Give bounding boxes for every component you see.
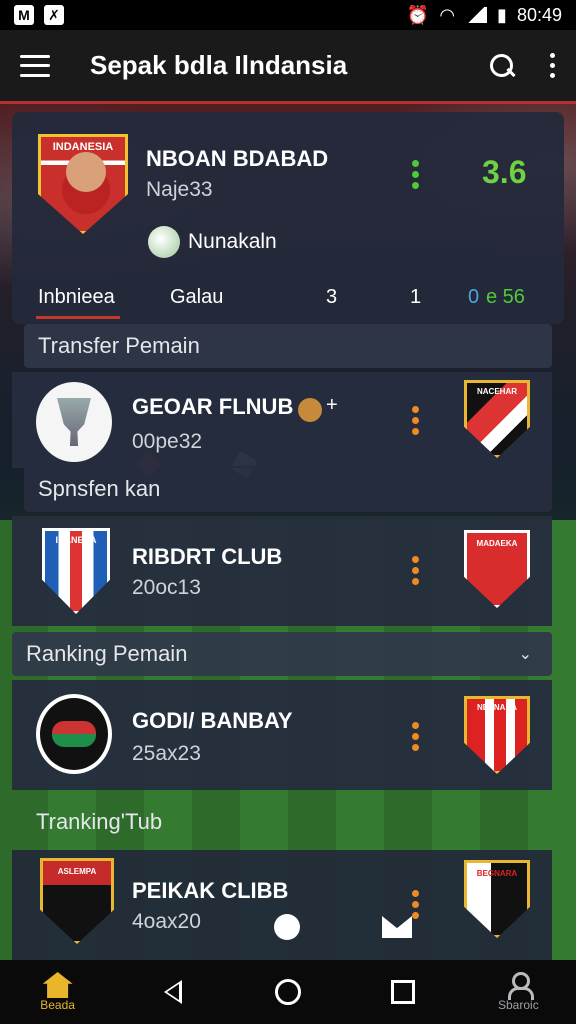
stat-value-3: 0	[468, 286, 480, 308]
club-badge-icon: IDANERA	[42, 528, 110, 614]
more-dots-icon[interactable]	[412, 556, 419, 585]
list-item[interactable]: GEOAR FLNUB + 00pe32 NACEHAR	[12, 372, 552, 468]
player-avatar	[66, 152, 106, 192]
player-icon[interactable]	[274, 914, 300, 940]
tab-indonesia[interactable]: Inbnieea	[38, 286, 115, 309]
stat-value-4: e 56	[486, 286, 525, 308]
home-button[interactable]	[248, 979, 328, 1005]
plus-icon[interactable]: +	[326, 394, 338, 417]
team-name: NBOAN BDABAD	[146, 146, 329, 171]
search-icon[interactable]	[488, 52, 516, 80]
menu-icon[interactable]	[20, 54, 50, 77]
app-title: Sepak bdla Ilndansia	[90, 50, 348, 80]
notification-icon: ✗	[44, 5, 64, 25]
club-badge-icon: NEANARA	[464, 696, 530, 774]
app-bar: Sepak bdla Ilndansia	[0, 30, 576, 104]
wifi-icon: ◠	[439, 4, 456, 25]
circle-icon	[274, 979, 301, 1005]
team-subtitle: Naje33	[146, 178, 213, 201]
bottom-nav: Beada Sbaroic	[0, 960, 576, 1024]
tab-home[interactable]: Beada	[18, 972, 98, 1012]
section-tranking[interactable]: Tranking'Tub	[22, 800, 550, 844]
venue-label: Nunakaln	[188, 230, 277, 253]
section-sponsor[interactable]: Spnsfen kan	[24, 466, 552, 512]
back-button[interactable]	[133, 980, 213, 1004]
back-icon	[163, 980, 182, 1004]
chevron-down-icon[interactable]: ⌄	[519, 644, 532, 664]
club-badge-icon: MADAEKA	[464, 530, 530, 608]
mail-icon[interactable]	[382, 916, 412, 938]
club-badge-icon	[36, 694, 112, 774]
status-bar: M ✗ ⏰ ◠ ▮ 80:49	[0, 0, 576, 30]
app-screen: M ✗ ⏰ ◠ ▮ 80:49 Sepak bdla Ilndansia IND…	[0, 0, 576, 1024]
square-icon	[391, 980, 416, 1004]
more-dots-icon[interactable]	[412, 722, 419, 751]
club-subtitle: 4oax20	[132, 910, 201, 933]
club-emblem-icon	[298, 398, 322, 422]
match-card[interactable]: INDANESIA NBOAN BDABAD Naje33 3.6 Nunaka…	[12, 112, 564, 479]
list-item[interactable]: IDANERA RIBDRT CLUB 20oc13 MADAEKA	[12, 516, 552, 626]
alarm-icon: ⏰	[406, 4, 430, 25]
list-item[interactable]: GODI/ BANBAY 25ax23 NEANARA	[12, 680, 552, 790]
tab-profile[interactable]: Sbaroic	[478, 972, 558, 1012]
more-dots-icon[interactable]	[412, 890, 419, 919]
stat-value-1: 3	[326, 286, 338, 308]
ball-icon	[148, 226, 180, 258]
club-name: PEIKAK CLIBB	[132, 878, 289, 903]
club-subtitle: 00pe32	[132, 430, 203, 453]
section-ranking[interactable]: Ranking Pemain ⌄	[12, 632, 552, 676]
club-name: RIBDRT CLUB	[132, 544, 283, 569]
stat-label: Galau	[170, 286, 224, 308]
section-transfer[interactable]: Transfer Pemain	[24, 324, 552, 368]
signal-icon	[465, 7, 488, 23]
match-score: 3.6	[482, 154, 527, 190]
list-item[interactable]: ASLEMPA PEIKAK CLIBB 4oax20 BEGNARA	[12, 850, 552, 960]
club-badge-icon: BEGNARA	[464, 860, 530, 938]
more-icon[interactable]	[550, 53, 556, 78]
club-name: GODI/ BANBAY	[132, 708, 293, 733]
more-dots-icon[interactable]	[412, 160, 419, 189]
clock: 80:49	[516, 4, 562, 25]
stats-row: Inbnieea Galau 3 1 0 e 56	[12, 280, 564, 479]
club-badge-icon: ASLEMPA	[40, 858, 114, 944]
profile-icon	[507, 972, 535, 1000]
club-badge-icon: NACEHAR	[464, 380, 530, 458]
club-subtitle: 20oc13	[132, 576, 201, 599]
gmail-icon: M	[14, 5, 34, 25]
club-name: GEOAR FLNUB	[132, 394, 294, 419]
more-dots-icon[interactable]	[412, 406, 419, 435]
active-tab-indicator	[36, 316, 120, 319]
club-subtitle: 25ax23	[132, 742, 201, 765]
stat-value-2: 1	[410, 286, 422, 308]
battery-icon: ▮	[497, 4, 507, 25]
home-icon	[42, 972, 73, 998]
trophy-icon	[36, 382, 112, 462]
recents-button[interactable]	[363, 980, 443, 1004]
